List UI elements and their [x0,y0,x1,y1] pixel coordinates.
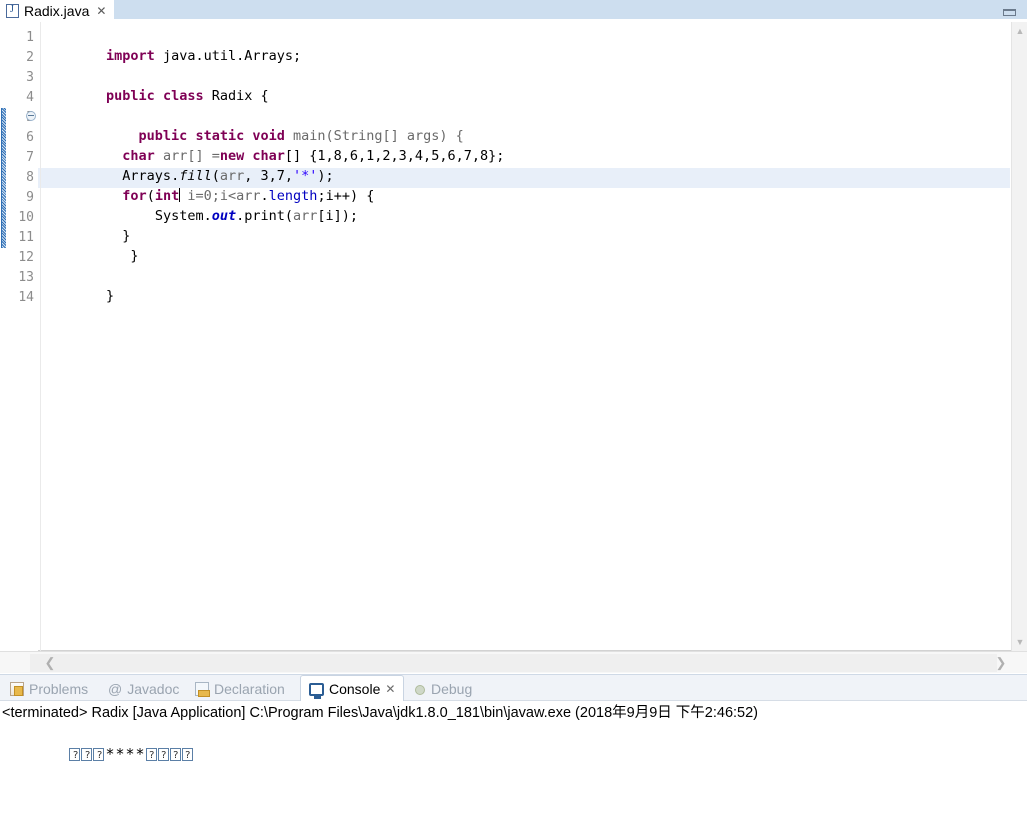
code-line-11: } [41,226,138,264]
unrenderable-char-box [145,746,157,765]
token-import-path: java.util.Arrays; [154,48,302,64]
fold-collapse-icon[interactable] [26,111,36,121]
tab-console[interactable]: Console ✕ [300,675,405,702]
token-brace-close: } [122,248,139,264]
console-stars: **** [105,745,146,763]
console-output-area[interactable]: <terminated> Radix [Java Application] C:… [0,701,1027,825]
console-icon [309,682,324,699]
tab-javadoc[interactable]: @ Javadoc [100,675,187,702]
token-print-call: .print( [236,208,294,224]
tab-problems[interactable]: Problems [2,675,96,702]
tab-declaration[interactable]: Declaration [187,675,293,702]
token-index-expr: [i]); [317,208,359,224]
code-text-area[interactable]: import java.util.Arrays; public class Ra… [41,22,1010,651]
code-editor[interactable]: 1 2 3 4 5 6 7 8 9 10 11 12 13 14 import … [0,22,1027,651]
java-file-icon [6,4,19,18]
bottom-view-tabbar: Problems @ Javadoc Declaration Console ✕… [0,674,1027,702]
unrenderable-char-box [69,746,81,765]
token-keyword-class: class [162,88,204,104]
code-line-1: import java.util.Arrays; [41,26,301,64]
code-line-10: } [41,206,130,244]
tab-debug[interactable]: Debug [404,675,480,702]
close-icon[interactable]: ✕ [94,5,106,17]
tab-console-label: Console [329,681,381,697]
token-arr-ref: arr [293,208,318,224]
bottom-view-panel: Problems @ Javadoc Declaration Console ✕… [0,674,1027,825]
tab-declaration-label: Declaration [214,680,285,697]
editor-tab-label: Radix.java [24,3,90,19]
unrenderable-char-box [169,746,181,765]
close-icon[interactable]: ✕ [385,682,395,696]
editor-tabbar: Radix.java ✕ [0,0,1027,22]
code-line-5: public static void main(String[] args) { [41,106,464,144]
tab-debug-label: Debug [431,680,473,697]
code-line-6: char arr[] =new char[] {1,8,6,1,2,3,4,5,… [41,126,504,164]
scroll-up-icon[interactable]: ▲ [1015,26,1025,36]
code-line-3: public class Radix { [41,66,269,104]
code-line-7: Arrays.fill(arr, 3,7,'*'); [41,146,333,184]
token-field-out: out [211,208,237,224]
editor-horizontal-scrollbar[interactable]: ❮ ❯ [0,651,1027,673]
javadoc-icon: @ [108,680,123,697]
token-brace-close: } [106,288,115,304]
unrenderable-char-box [157,746,169,765]
eclipse-window: Radix.java ✕ 1 2 3 4 5 6 7 8 9 10 11 12 … [0,0,1027,825]
unrenderable-char-box [181,746,193,765]
minimize-button[interactable] [1000,4,1018,16]
declaration-icon [195,681,210,697]
console-program-output: **** [2,726,194,784]
console-process-header: <terminated> Radix [Java Application] C:… [2,705,759,721]
scroll-right-icon[interactable]: ❯ [993,655,1009,671]
debug-icon [412,682,426,696]
tab-javadoc-label: Javadoc [127,680,180,697]
token-keyword-public: public [106,88,155,104]
token-class-name: Radix { [203,88,269,104]
editor-tabbar-background [0,0,1027,19]
tab-problems-label: Problems [29,680,89,697]
scroll-down-icon[interactable]: ▼ [1015,637,1025,647]
hscrollbar-track[interactable] [30,654,997,672]
unrenderable-char-box [81,746,93,765]
editor-vertical-scrollbar[interactable]: ▲ ▼ [1011,22,1027,651]
token-system: System. [154,208,212,224]
code-line-13: } [41,266,114,304]
problems-icon [10,681,24,696]
code-line-8: for(int i=0;i<arr.length;i++) { [41,166,374,204]
scroll-left-icon[interactable]: ❮ [42,655,58,671]
code-line-9: System.out.print(arr[i]); [41,186,358,224]
unrenderable-char-box [93,746,105,765]
editor-tab-radix-java[interactable]: Radix.java ✕ [0,0,115,22]
token-keyword-import: import [106,48,155,64]
folding-column[interactable] [26,22,40,651]
